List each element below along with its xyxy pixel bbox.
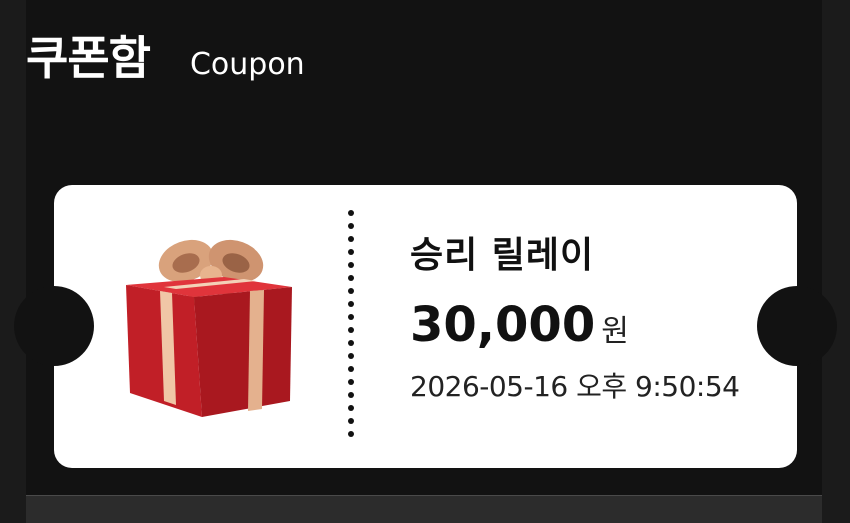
page-title: 쿠폰함 [26,31,151,85]
currency-unit: 원 [601,314,629,349]
coupon-amount: 30,000 [410,297,596,353]
coupon-info: 승리 릴레이 30,000 원 2026-05-16 오후 9:50:54 [410,231,770,405]
page-subtitle: Coupon [189,47,305,82]
coupon-page: 쿠폰함 Coupon 승리 릴레이 30,000 원 2026-05-16 오후… [0,0,850,523]
coupon-amount-row: 30,000 원 [410,297,770,353]
coupon-name: 승리 릴레이 [410,235,595,276]
ticket-notch-left [14,286,94,366]
perforation-divider [348,210,354,437]
page-header: 쿠폰함 Coupon [26,22,305,86]
gift-box-icon [126,239,292,417]
left-edge [0,0,26,523]
next-coupon-card-edge[interactable] [26,495,822,523]
coupon-datetime: 2026-05-16 오후 9:50:54 [410,370,740,403]
right-edge [822,0,850,523]
coupon-card[interactable]: 승리 릴레이 30,000 원 2026-05-16 오후 9:50:54 [14,185,837,468]
